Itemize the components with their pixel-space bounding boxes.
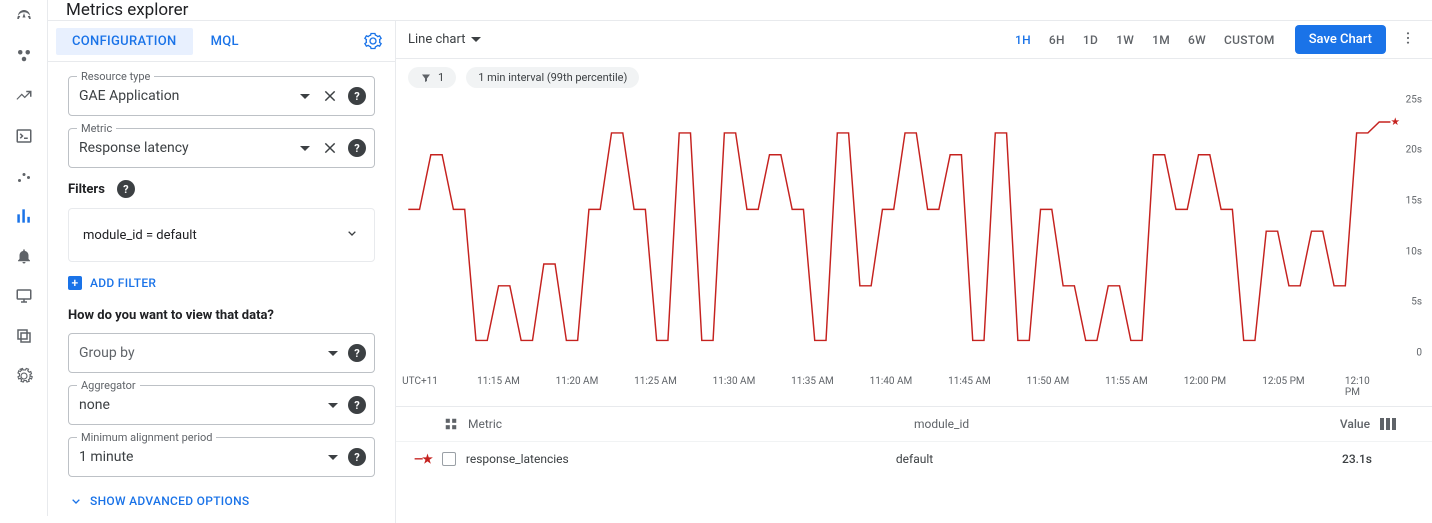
tab-configuration[interactable]: CONFIGURATION [56, 28, 193, 55]
monitor-icon[interactable] [14, 286, 34, 306]
more-menu-icon[interactable] [1396, 26, 1420, 54]
gear-icon[interactable] [14, 366, 34, 386]
config-gear-icon[interactable] [359, 27, 387, 55]
range-1m[interactable]: 1M [1152, 33, 1170, 47]
bell-icon[interactable] [14, 246, 34, 266]
metric-label: Metric [77, 122, 116, 135]
col-value[interactable]: Value [1290, 417, 1370, 431]
columns-icon[interactable] [1380, 418, 1396, 430]
chevron-down-icon [328, 455, 338, 460]
filters-header: Filters ? [68, 180, 375, 198]
copy-icon[interactable] [14, 326, 34, 346]
series-checkbox[interactable] [442, 452, 456, 466]
trending-icon[interactable] [14, 86, 34, 106]
help-icon[interactable]: ? [348, 344, 366, 362]
chevron-down-icon [471, 37, 481, 42]
series-filter-chip[interactable]: 1 [408, 67, 456, 88]
help-icon[interactable]: ? [348, 448, 366, 466]
time-range-picker: 1H 6H 1D 1W 1M 6W CUSTOM [1015, 33, 1275, 47]
legend-row[interactable]: —★ response_latencies default 23.1s [396, 442, 1432, 476]
col-module-id[interactable]: module_id [914, 417, 1290, 431]
help-icon[interactable]: ? [348, 87, 366, 105]
resource-type-dropdown[interactable]: Resource type GAE Application ? [68, 76, 375, 116]
chart-plot[interactable]: ★ 05s10s15s20s25s UTC+1111:15 AM11:20 AM… [402, 96, 1426, 396]
filter-row[interactable]: module_id = default [68, 208, 375, 262]
group-by-dropdown[interactable]: Group by ? [68, 333, 375, 373]
dashboards-icon[interactable] [14, 46, 34, 66]
range-custom[interactable]: CUSTOM [1224, 33, 1275, 47]
clear-icon[interactable] [316, 82, 344, 110]
resource-type-label: Resource type [77, 70, 154, 83]
left-icon-rail [0, 0, 48, 516]
range-6w[interactable]: 6W [1188, 33, 1206, 47]
page-title: Metrics explorer [48, 0, 1432, 21]
range-1w[interactable]: 1W [1116, 33, 1134, 47]
chevron-down-icon [328, 403, 338, 408]
aggregator-dropdown[interactable]: Aggregator none ? [68, 385, 375, 425]
grid-icon [444, 417, 458, 431]
add-filter-button[interactable]: + ADD FILTER [68, 276, 375, 290]
range-6h[interactable]: 6H [1049, 33, 1065, 47]
clear-icon[interactable] [316, 134, 344, 162]
aggregator-label: Aggregator [77, 379, 140, 392]
metric-dropdown[interactable]: Metric Response latency ? [68, 128, 375, 168]
alignment-period-dropdown[interactable]: Minimum alignment period 1 minute ? [68, 437, 375, 477]
show-advanced-toggle[interactable]: SHOW ADVANCED OPTIONS [68, 493, 375, 509]
series-color-swatch: —★ [414, 452, 432, 466]
range-1h[interactable]: 1H [1015, 33, 1031, 47]
view-question: How do you want to view that data? [68, 308, 375, 323]
plus-icon: + [68, 276, 82, 290]
help-icon[interactable]: ? [348, 396, 366, 414]
metrics-icon[interactable] [14, 206, 34, 226]
save-chart-button[interactable]: Save Chart [1295, 25, 1386, 54]
col-metric[interactable]: Metric [468, 417, 502, 431]
terminal-icon[interactable] [14, 126, 34, 146]
help-icon[interactable]: ? [117, 180, 135, 198]
chevron-down-icon [328, 351, 338, 356]
help-icon[interactable]: ? [348, 139, 366, 157]
chevron-down-icon [300, 94, 310, 99]
range-1d[interactable]: 1D [1083, 33, 1098, 47]
chart-type-dropdown[interactable]: Line chart [408, 32, 481, 47]
tab-mql[interactable]: MQL [193, 28, 257, 55]
chevron-down-icon [300, 146, 310, 151]
speedometer-icon[interactable] [14, 6, 34, 26]
scatter-icon[interactable] [14, 166, 34, 186]
alignment-period-label: Minimum alignment period [77, 431, 216, 444]
interval-chip[interactable]: 1 min interval (99th percentile) [466, 67, 639, 88]
chevron-down-icon [344, 225, 360, 245]
